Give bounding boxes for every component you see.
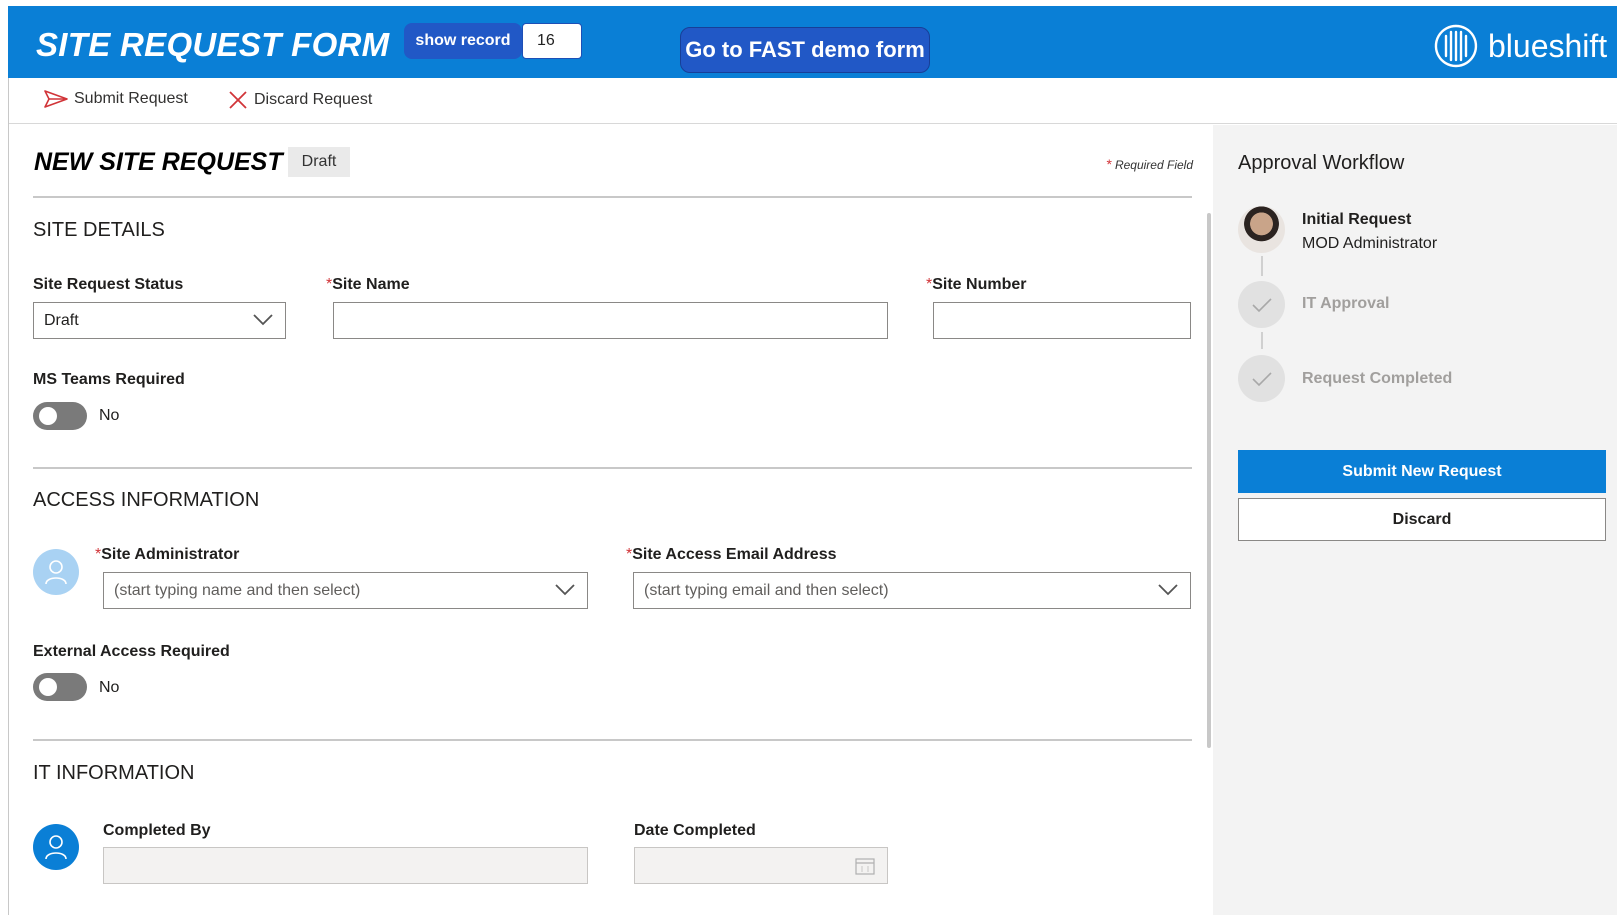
required-star: *: [1106, 156, 1112, 172]
external-access-required-label: External Access Required: [33, 643, 230, 660]
workflow-step-title: IT Approval: [1302, 295, 1390, 312]
site-administrator-label-text: Site Administrator: [101, 546, 240, 563]
form-scrollbar[interactable]: [1207, 213, 1211, 748]
workflow-connector: [1261, 256, 1263, 276]
submit-new-request-button[interactable]: Submit New Request: [1238, 450, 1606, 493]
section-divider: [33, 467, 1192, 469]
completed-by-avatar: [33, 824, 79, 870]
site-administrator-placeholder: (start typing name and then select): [114, 582, 361, 599]
chevron-down-icon: [1158, 584, 1178, 596]
site-access-email-placeholder: (start typing email and then select): [644, 582, 889, 599]
required-field-note: * Required Field: [1107, 156, 1194, 172]
site-name-label: *Site Name: [326, 276, 410, 293]
form-title: NEW SITE REQUEST: [34, 148, 283, 176]
site-administrator-picker[interactable]: (start typing name and then select): [103, 572, 588, 609]
site-administrator-label: *Site Administrator: [95, 546, 240, 563]
approval-workflow-title: Approval Workflow: [1238, 152, 1405, 174]
completed-by-field: [103, 847, 588, 884]
site-name-field[interactable]: [333, 302, 888, 339]
workflow-step-check: [1238, 355, 1285, 402]
external-access-toggle[interactable]: [33, 673, 87, 701]
app-header: SITE REQUEST FORM show record 16 Go to F…: [8, 6, 1617, 78]
workflow-step-check: [1238, 281, 1285, 328]
workflow-step-title: Request Completed: [1302, 370, 1453, 387]
record-number-input[interactable]: 16: [522, 23, 582, 59]
discard-request-label: Discard Request: [254, 91, 373, 108]
close-icon: [229, 91, 247, 109]
discard-request-command[interactable]: Discard Request: [228, 90, 372, 110]
date-completed-label: Date Completed: [634, 822, 756, 839]
calendar-icon: [855, 858, 875, 875]
site-request-status-dropdown[interactable]: Draft: [33, 302, 286, 339]
workflow-step-title: Initial Request: [1302, 211, 1412, 228]
logo-text: blueshift: [1488, 27, 1608, 64]
blueshift-logo: blueshift: [1432, 22, 1607, 70]
form-divider: [33, 196, 1192, 198]
site-request-status-value: Draft: [44, 312, 79, 329]
app-title: SITE REQUEST FORM: [36, 26, 390, 63]
fast-demo-form-button[interactable]: Go to FAST demo form: [680, 27, 930, 73]
site-number-label: *Site Number: [926, 276, 1027, 293]
workflow-step-subtitle: MOD Administrator: [1302, 235, 1438, 252]
show-record-button[interactable]: show record: [404, 23, 522, 59]
person-icon: [45, 835, 67, 860]
site-access-email-label-text: Site Access Email Address: [632, 546, 837, 563]
section-title-site-details: SITE DETAILS: [33, 219, 165, 241]
send-icon: [44, 90, 68, 108]
site-number-label-text: Site Number: [932, 276, 1027, 293]
required-field-text: Required Field: [1114, 158, 1193, 172]
ms-teams-toggle-value: No: [99, 407, 120, 424]
section-title-it-information: IT INFORMATION: [33, 762, 195, 784]
checkmark-icon: [1251, 297, 1272, 312]
section-title-access-information: ACCESS INFORMATION: [33, 489, 260, 511]
site-admin-avatar: [33, 549, 79, 595]
chevron-down-icon: [253, 314, 273, 326]
site-access-email-picker[interactable]: (start typing email and then select): [633, 572, 1191, 609]
external-access-toggle-value: No: [99, 679, 120, 696]
workflow-connector: [1261, 332, 1263, 349]
site-number-field[interactable]: [933, 302, 1191, 339]
site-request-status-label: Site Request Status: [33, 276, 184, 293]
person-icon: [45, 560, 67, 585]
completed-by-label: Completed By: [103, 822, 211, 839]
site-access-email-label: *Site Access Email Address: [626, 546, 837, 563]
site-name-label-text: Site Name: [332, 276, 410, 293]
submit-request-command[interactable]: Submit Request: [44, 90, 188, 108]
ms-teams-required-label: MS Teams Required: [33, 371, 185, 388]
submit-request-label: Submit Request: [74, 90, 188, 107]
requester-avatar: [1238, 206, 1285, 253]
blueshift-logo-icon: [1434, 24, 1478, 68]
status-badge: Draft: [288, 147, 350, 177]
page-left-border: [8, 78, 9, 915]
date-completed-field: [634, 847, 888, 884]
chevron-down-icon: [555, 584, 575, 596]
checkmark-icon: [1251, 371, 1272, 386]
section-divider: [33, 739, 1192, 741]
discard-button[interactable]: Discard: [1238, 498, 1606, 541]
command-bar: Submit Request Discard Request: [8, 78, 1617, 124]
ms-teams-toggle[interactable]: [33, 402, 87, 430]
